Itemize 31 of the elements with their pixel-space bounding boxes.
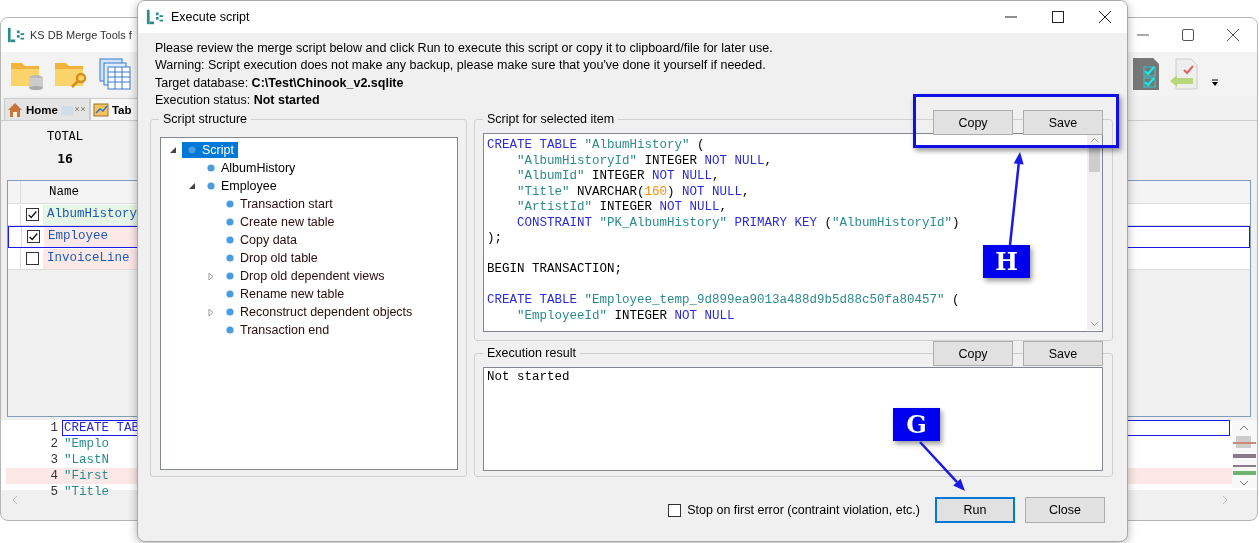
code-line: );	[487, 231, 503, 247]
line-number: 4	[49, 469, 59, 483]
info-text: Execution status: Not started	[155, 92, 321, 109]
code-line: "Title" NVARCHAR(160) NOT NULL,	[516, 184, 751, 200]
code-line: CREATE TABLE "Employee_temp_9d899ea9013a488d9b5d88c50fa80457" (	[487, 293, 961, 309]
line-number: 3	[49, 453, 59, 467]
code-line: "First	[63, 468, 110, 484]
total-label: TOTAL	[46, 129, 84, 143]
line-number: 2	[49, 437, 59, 451]
info-text: Please review the merge script below and click Run to execute this script or copy it to clipboard/file for later use.	[155, 41, 774, 57]
callout-label: H	[983, 245, 1030, 278]
code-line: "ArtistId" INTEGER NOT NULL,	[516, 200, 729, 216]
code-line: "EmployeeId" INTEGER NOT NULL	[516, 308, 736, 324]
code-line: "AlbumId" INTEGER NOT NULL,	[516, 169, 721, 185]
group-title: Script for selected item	[483, 112, 619, 127]
info-text: Warning: Script execution does not make any backup, please make sure that you've done it yourself if needed.	[155, 58, 767, 75]
code-line: "LastN	[63, 452, 110, 468]
line-number: 5	[49, 485, 59, 499]
line-number: 1	[49, 421, 59, 435]
total-count: 16	[57, 151, 73, 166]
code-line: BEGIN TRANSACTION;	[487, 262, 624, 278]
code-line: "Emplo	[63, 436, 110, 452]
window-title: KS DB Merge Tools f	[30, 29, 132, 41]
info-text: Target database: C:\Test\Chinook_v2.sqlite	[155, 75, 405, 92]
group-title: Script structure	[159, 112, 252, 127]
code-line: CREATE TABLE "AlbumHistory" (	[487, 138, 706, 154]
callout-label: G	[893, 408, 940, 441]
code-line: CONSTRAINT "PK_AlbumHistory" PRIMARY KEY ("AlbumHistoryId")	[516, 215, 961, 231]
code-line: "Title	[63, 484, 110, 500]
code-line: "AlbumHistoryId" INTEGER NOT NULL,	[516, 153, 774, 169]
dialog-title: Execute script	[171, 10, 250, 24]
